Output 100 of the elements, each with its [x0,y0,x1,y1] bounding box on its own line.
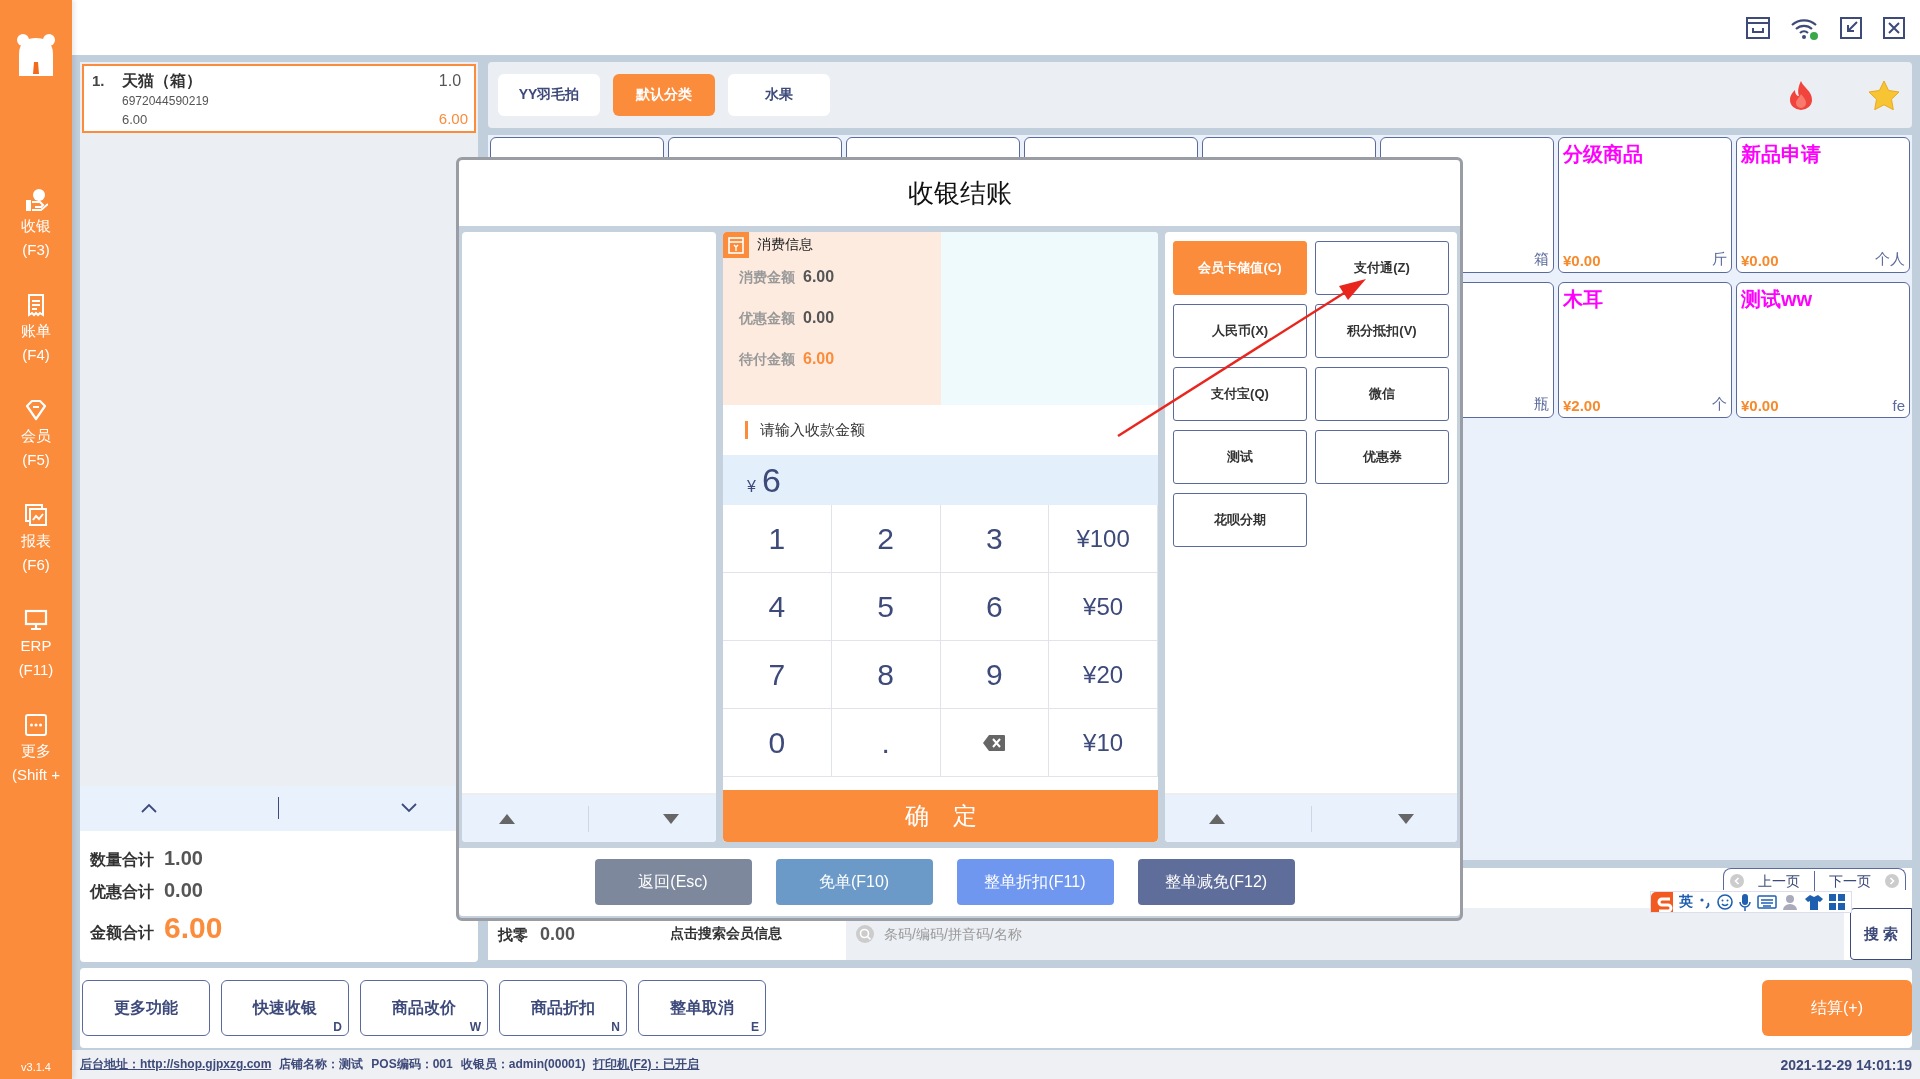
status-text: 店铺名称：测试 [279,1056,364,1073]
close-icon[interactable] [1882,15,1906,40]
status-text: POS编码：001 [371,1056,453,1073]
product-name: 分级商品 [1563,142,1643,167]
cash-icon [24,188,48,212]
dialog-button[interactable]: 整单减免(F12) [1137,859,1295,905]
grid-icon[interactable] [1829,894,1845,910]
payment-button[interactable]: 人民币(X) [1173,304,1307,358]
number-key[interactable]: 3 [940,505,1050,573]
action-button[interactable]: 整单取消 E [638,980,766,1036]
product-unit: fe [1892,397,1905,414]
more-icon [24,713,48,737]
cart-item[interactable]: 1. 天猫（箱） 1.0 6972044590219 6.00 6.00 [82,64,476,133]
payment-button[interactable]: 积分抵扣(V) [1315,304,1449,358]
dialog-title: 收银结账 [459,160,1460,226]
number-key[interactable]: 6 [940,573,1050,641]
number-key[interactable]: . [831,709,941,777]
change-value: 0.00 [540,923,576,945]
ime-language[interactable]: 英 [1679,893,1693,911]
total-value: 6.00 [164,911,223,946]
product-card[interactable]: 测试ww ¥0.00 fe [1736,282,1910,418]
up-triangle-icon[interactable] [1207,812,1226,825]
number-key[interactable]: 2 [831,505,941,573]
amount-key[interactable]: ¥10 [1049,709,1158,777]
payment-button[interactable]: 优惠券 [1315,430,1449,484]
cup-icon [723,232,749,258]
info-value: 0.00 [803,309,835,327]
total-label: 优惠合计 [90,882,154,903]
info-title: 消费信息 [757,236,813,254]
window-icon[interactable] [1745,15,1771,40]
ime-logo-icon[interactable] [1651,892,1673,912]
down-triangle-icon[interactable] [1396,812,1415,825]
product-price: ¥0.00 [1563,252,1601,269]
number-key[interactable]: 4 [723,573,832,641]
amount-key[interactable]: ¥50 [1049,573,1158,641]
smiley-icon[interactable] [1717,894,1733,910]
product-unit: 个 [1712,395,1727,414]
dialog-button[interactable]: 返回(Esc) [594,859,752,905]
info-value: 6.00 [803,268,835,286]
payment-button[interactable]: 微信 [1315,367,1449,421]
number-key[interactable]: 5 [831,573,941,641]
amount-key[interactable]: ¥20 [1049,641,1158,709]
action-button[interactable]: 快速收银 D [221,980,349,1036]
amount-key[interactable]: ¥100 [1049,505,1158,573]
product-unit: 箱 [1534,250,1549,269]
category-tab[interactable]: YY羽毛拍 [498,74,600,116]
action-button[interactable]: 商品改价 W [360,980,488,1036]
info-value: 6.00 [803,350,835,368]
product-card[interactable]: 分级商品 ¥0.00 斤 [1558,137,1732,273]
datetime-label: 2021-12-29 14:01:19 [1780,1056,1912,1073]
monitor-icon [24,608,48,632]
flame-icon[interactable] [1788,80,1814,110]
info-label: 优惠金额 [739,310,795,328]
product-name: 测试ww [1741,287,1813,312]
search-button[interactable]: 搜 索 [1850,908,1912,960]
number-key[interactable]: 0 [723,709,832,777]
shrink-icon[interactable] [1839,15,1863,40]
prev-page-button[interactable]: 上一页 [1754,872,1804,889]
action-button[interactable]: 商品折扣 N [499,980,627,1036]
product-name: 新品申请 [1741,142,1821,167]
product-price: ¥0.00 [1741,397,1779,414]
version-label: v3.1.4 [21,1061,51,1073]
up-triangle-icon[interactable] [498,812,517,825]
number-key[interactable]: 7 [723,641,832,709]
product-price: ¥0.00 [1741,252,1779,269]
product-name: 木耳 [1563,287,1603,312]
amount-prompt: 请输入收款金额 [760,420,865,440]
amount-field[interactable]: ¥ 6 [723,455,1158,505]
payment-button[interactable]: 支付宝(Q) [1173,367,1307,421]
backspace-key[interactable] [940,709,1050,777]
action-button[interactable]: 更多功能 [82,980,210,1036]
status-link[interactable]: 后台地址：http://shop.gjpxzg.com [80,1056,272,1073]
total-label: 数量合计 [90,850,154,871]
payment-button[interactable]: 支付通(Z) [1315,241,1449,295]
microphone-icon[interactable] [1739,893,1751,911]
next-page-button[interactable]: 下一页 [1825,872,1875,889]
down-triangle-icon[interactable] [661,812,680,825]
info-label: 待付金额 [739,351,795,369]
down-chevron-icon[interactable] [401,803,418,814]
info-label: 消费金额 [739,269,795,287]
shirt-icon[interactable] [1805,894,1823,910]
status-text: 收银员：admin(00001) [460,1056,586,1073]
payment-button[interactable]: 测试 [1173,430,1307,484]
number-key[interactable]: 1 [723,505,832,573]
number-key[interactable]: 9 [940,641,1050,709]
product-price: ¥2.00 [1563,397,1601,414]
member-search-link[interactable]: 点击搜索会员信息 [670,925,846,943]
category-tab[interactable]: 水果 [728,74,830,116]
chart-icon [24,503,48,527]
diamond-icon [24,398,48,422]
number-key[interactable]: 8 [831,641,941,709]
up-chevron-icon[interactable] [140,803,157,814]
product-card[interactable]: 木耳 ¥2.00 个 [1558,282,1732,418]
star-icon[interactable] [1868,80,1900,110]
payment-button[interactable]: 花呗分期 [1173,493,1307,547]
bear-logo-icon [15,32,57,78]
product-card[interactable]: 新品申请 ¥0.00 个人 [1736,137,1910,273]
product-unit: 斤 [1712,250,1727,269]
status-link[interactable]: 打印机(F2)：已开启 [593,1056,700,1073]
keyboard-icon[interactable] [1757,895,1777,909]
